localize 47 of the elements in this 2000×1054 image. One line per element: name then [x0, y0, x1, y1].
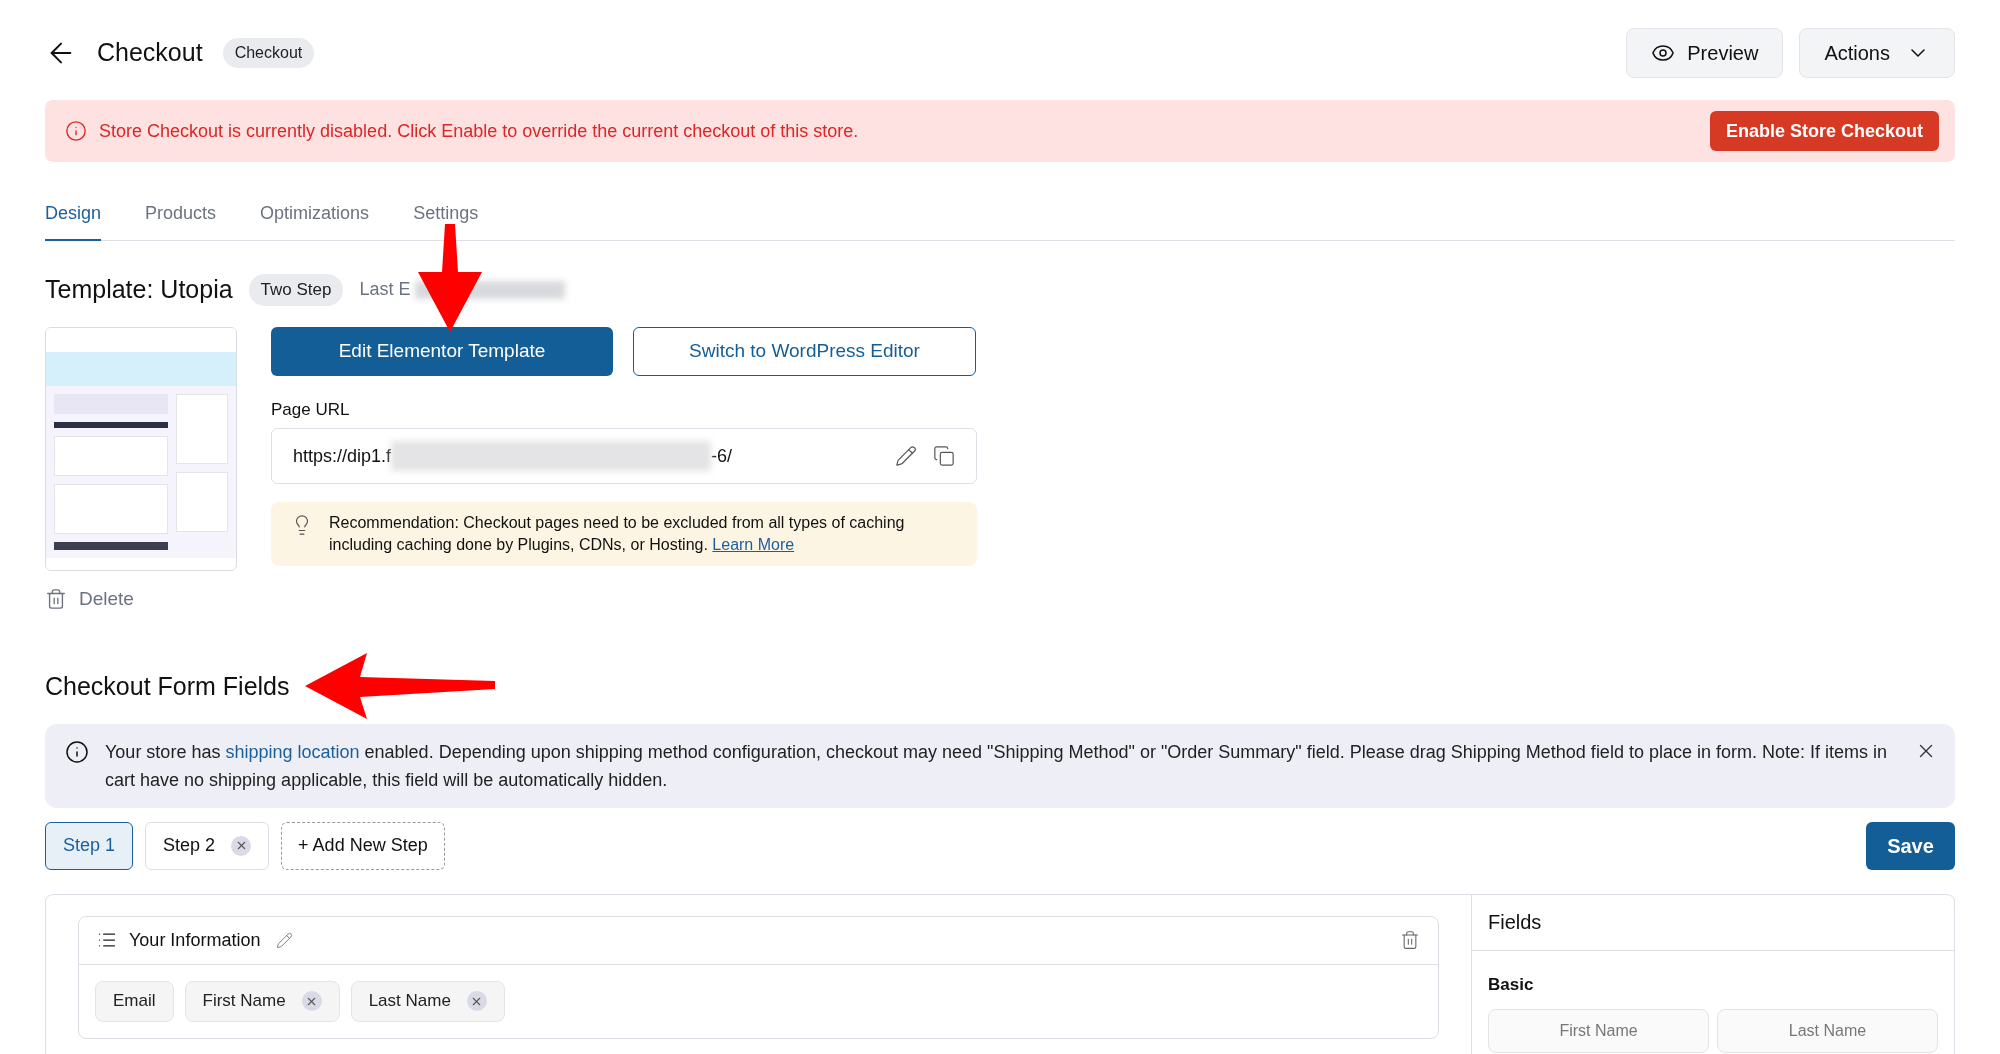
info-icon: [65, 120, 87, 142]
page-url-label: Page URL: [271, 398, 351, 421]
trash-icon: [45, 587, 67, 610]
edit-pencil-icon[interactable]: [895, 445, 917, 467]
page-type-badge: Checkout: [222, 38, 315, 68]
template-title: Template: Utopia: [45, 274, 233, 305]
form-field-chip[interactable]: Email: [95, 980, 174, 1022]
switch-to-wordpress-editor-button[interactable]: Switch to WordPress Editor: [633, 326, 976, 376]
tab[interactable]: Settings: [413, 200, 479, 241]
step-tab[interactable]: Step 1: [45, 821, 134, 870]
enable-store-checkout-button[interactable]: Enable Store Checkout: [1709, 111, 1939, 151]
field-palette-item[interactable]: First Name: [1488, 1009, 1709, 1053]
preview-button[interactable]: Preview: [1626, 28, 1784, 78]
remove-field-icon[interactable]: [466, 991, 487, 1011]
shipping-location-link[interactable]: shipping location: [225, 741, 360, 762]
page-url-field[interactable]: https://dip1.f -6/: [271, 428, 977, 484]
template-type-badge: Two Step: [248, 274, 344, 306]
page-title: Checkout: [97, 37, 203, 69]
delete-template-button[interactable]: Delete: [45, 584, 237, 613]
shipping-notice-text: Your store has shipping location enabled. Depending upon shipping method configuration, checkout may need "Shipping Method" or "Order Summary" field. Please drag Shipping Method field to place in form. Note: If items in cart have no shipping applicable, this field will be automatically hidden.: [105, 740, 1888, 792]
step-tab[interactable]: Step 2: [145, 821, 270, 870]
save-button[interactable]: Save: [1866, 821, 1955, 870]
trash-icon[interactable]: [1400, 930, 1420, 950]
last-edited-text: Last E: [359, 278, 411, 302]
info-icon: [65, 739, 89, 764]
actions-dropdown[interactable]: Actions: [1799, 28, 1955, 78]
form-section-title: Your Information: [129, 928, 261, 952]
learn-more-link[interactable]: Learn More: [712, 536, 795, 553]
tab[interactable]: Optimizations: [260, 200, 370, 241]
tab[interactable]: Products: [145, 200, 217, 241]
section-title: Checkout Form Fields: [45, 671, 290, 702]
form-field-chip[interactable]: First Name: [184, 980, 340, 1022]
url-text: https://dip1.f: [293, 444, 392, 468]
field-group-label: Basic: [1487, 973, 1535, 996]
edit-elementor-template-button[interactable]: Edit Elementor Template: [271, 326, 613, 376]
form-field-chip[interactable]: Last Name: [350, 980, 505, 1022]
tab[interactable]: Design: [45, 200, 102, 241]
add-new-step-button[interactable]: + Add New Step: [281, 821, 445, 870]
fields-panel-title: Fields: [1488, 910, 1542, 935]
remove-step-icon[interactable]: [231, 835, 252, 856]
url-text: -6/: [711, 444, 733, 468]
remove-field-icon[interactable]: [301, 991, 322, 1011]
field-palette-item[interactable]: Last Name: [1717, 1009, 1938, 1053]
copy-icon[interactable]: [933, 445, 955, 467]
edit-pencil-icon[interactable]: [276, 931, 294, 949]
recommendation-text: Recommendation: Checkout pages need to be excluded from all types of caching including caching done by Plugins, CDNs, or Hosting. Learn More: [329, 513, 906, 555]
alert-message: Store Checkout is currently disabled. Click Enable to override the current checkout of this store.: [99, 119, 859, 143]
